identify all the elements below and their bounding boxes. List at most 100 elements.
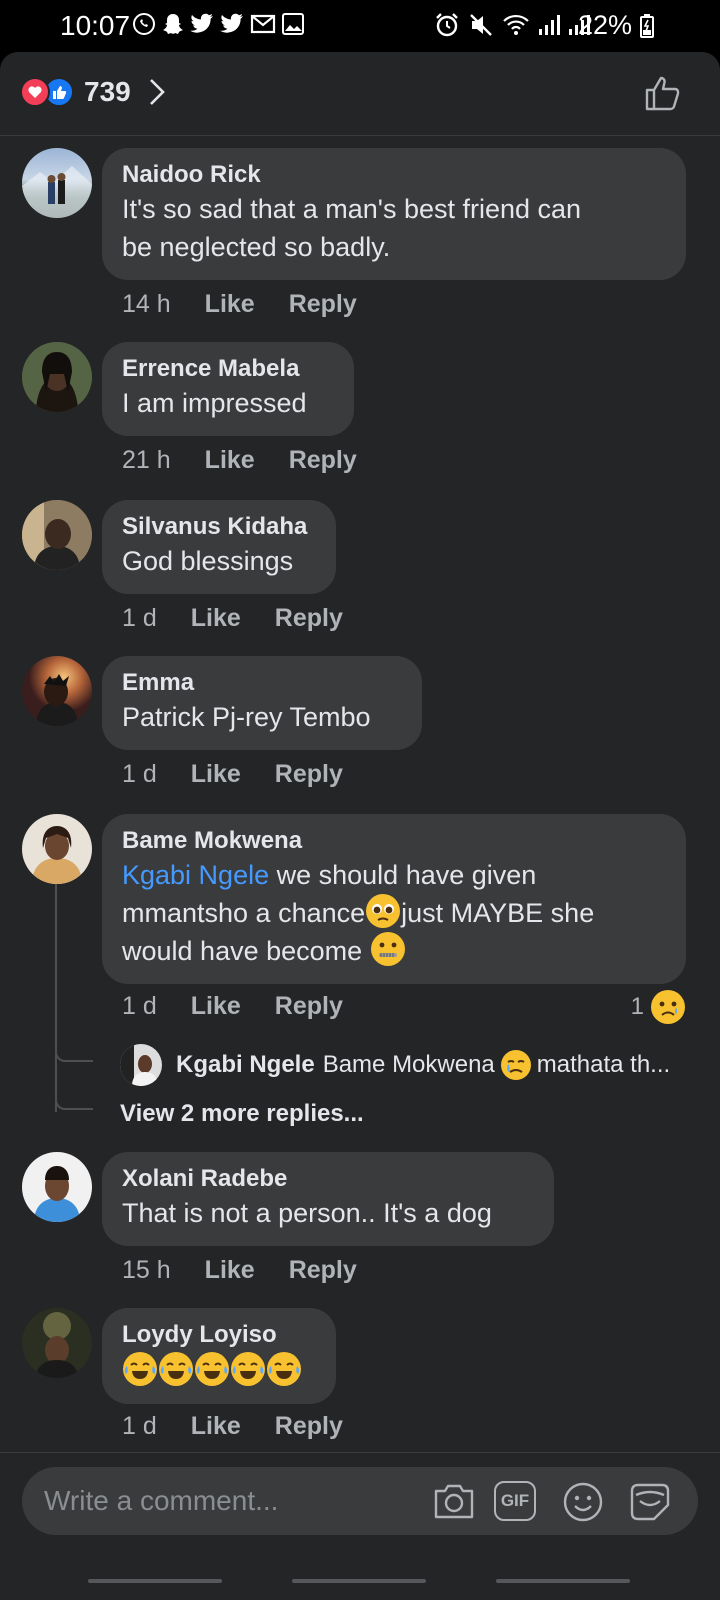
- comment-bubble[interactable]: Errence Mabela I am impressed: [102, 342, 354, 436]
- comment-text: Patrick Pj-rey Tembo: [122, 702, 371, 732]
- nav-recent-apps[interactable]: [88, 1579, 222, 1583]
- love-reaction-icon: [20, 77, 50, 107]
- comment-time: 1 d: [122, 1412, 157, 1440]
- reply-link[interactable]: Reply: [275, 992, 343, 1021]
- avatar[interactable]: [22, 656, 92, 726]
- comment-actions: 1 d Like Reply: [122, 992, 343, 1021]
- like-link[interactable]: Like: [191, 1412, 241, 1441]
- tears-of-joy-emoji-icon: [267, 1352, 301, 1386]
- reactions-header: 739: [0, 52, 720, 136]
- crying-face-emoji-icon: [500, 1050, 531, 1080]
- comment-author[interactable]: Xolani Radebe: [122, 1164, 534, 1194]
- alarm-icon: [436, 13, 458, 37]
- reply-link[interactable]: Reply: [289, 290, 357, 319]
- like-link[interactable]: Like: [191, 604, 241, 633]
- status-bar: 10:07 22%: [0, 0, 720, 52]
- avatar[interactable]: [22, 500, 92, 570]
- gallery-icon: [282, 13, 304, 35]
- reply-link[interactable]: Reply: [275, 604, 343, 633]
- notification-icons: [132, 12, 304, 36]
- comment-bubble[interactable]: Emma Patrick Pj-rey Tembo: [102, 656, 422, 750]
- reaction-count: 739: [84, 76, 131, 107]
- avatar[interactable]: [22, 814, 92, 884]
- gif-button[interactable]: GIF: [494, 1481, 536, 1521]
- reply-author[interactable]: Kgabi Ngele: [176, 1051, 315, 1079]
- comment-actions: 1 d Like Reply: [122, 760, 343, 789]
- reply-link[interactable]: Reply: [289, 446, 357, 475]
- comment-author[interactable]: Loydy Loyiso: [122, 1320, 316, 1350]
- comment-actions: 14 h Like Reply: [122, 290, 357, 319]
- like-link[interactable]: Like: [205, 1256, 255, 1285]
- reaction-number: 1: [630, 993, 644, 1020]
- comment-time: 21 h: [122, 446, 171, 474]
- tears-of-joy-emoji-icon: [231, 1352, 265, 1386]
- like-link[interactable]: Like: [191, 992, 241, 1021]
- comment-bubble[interactable]: Loydy Loyiso: [102, 1308, 336, 1404]
- emoji-icon[interactable]: [562, 1481, 604, 1523]
- comment-actions: 1 d Like Reply: [122, 1412, 343, 1441]
- thread-branch: [55, 1050, 93, 1062]
- sticker-icon[interactable]: [628, 1481, 672, 1523]
- comment-actions: 21 h Like Reply: [122, 446, 357, 475]
- comment-author[interactable]: Silvanus Kidaha: [122, 512, 316, 542]
- status-time: 10:07: [60, 10, 131, 41]
- nav-back[interactable]: [496, 1579, 630, 1583]
- comment-emojis: [122, 1350, 316, 1390]
- like-link[interactable]: Like: [191, 760, 241, 789]
- avatar[interactable]: [22, 342, 92, 412]
- comment-bubble[interactable]: Silvanus Kidaha God blessings: [102, 500, 336, 594]
- avatar[interactable]: [120, 1044, 162, 1086]
- battery-charging-icon: [640, 14, 654, 38]
- comment-actions: 15 h Like Reply: [122, 1256, 357, 1285]
- reactions-summary[interactable]: 739: [20, 76, 165, 108]
- reply-preview[interactable]: Kgabi Ngele Bame Mokwena mathata th...: [120, 1044, 670, 1086]
- comment-text: It's so sad that a man's best friend can: [122, 194, 582, 224]
- comment-author[interactable]: Errence Mabela: [122, 354, 334, 384]
- comment-composer: GIF: [0, 1452, 720, 1600]
- like-link[interactable]: Like: [205, 290, 255, 319]
- mention-link[interactable]: Kgabi Ngele: [122, 860, 269, 890]
- avatar[interactable]: [22, 148, 92, 218]
- thread-line: [55, 884, 57, 1112]
- comment-reaction-count[interactable]: 1: [631, 990, 686, 1024]
- comment-text: I am impressed: [122, 388, 307, 418]
- gif-label: GIF: [500, 1491, 530, 1510]
- gmail-icon: [250, 14, 276, 34]
- avatar[interactable]: [22, 1152, 92, 1222]
- tears-of-joy-emoji-icon: [159, 1352, 193, 1386]
- mute-icon: [470, 14, 492, 36]
- comment-bubble[interactable]: Bame Mokwena Kgabi Ngele we should have …: [102, 814, 686, 984]
- reply-link[interactable]: Reply: [275, 1412, 343, 1441]
- comment-time: 1 d: [122, 604, 157, 632]
- camera-icon[interactable]: [432, 1481, 476, 1521]
- pleading-face-emoji-icon: [366, 894, 401, 928]
- avatar[interactable]: [22, 1308, 92, 1378]
- whatsapp-icon: [133, 13, 155, 35]
- sad-face-reaction-icon: [651, 990, 685, 1024]
- chevron-right-icon: [149, 79, 165, 105]
- comment-time: 14 h: [122, 290, 171, 318]
- signal-icon: [539, 15, 560, 35]
- comment-bubble[interactable]: Naidoo Rick It's so sad that a man's bes…: [102, 148, 686, 280]
- comment-time: 15 h: [122, 1256, 171, 1284]
- comment-time: 1 d: [122, 992, 157, 1020]
- navigation-bar: [0, 1569, 720, 1600]
- nav-home[interactable]: [292, 1579, 426, 1583]
- snapchat-icon: [163, 14, 183, 34]
- zipper-mouth-face-emoji-icon: [370, 932, 405, 966]
- comment-text: would have become: [122, 936, 370, 966]
- view-more-replies-link[interactable]: View 2 more replies...: [120, 1100, 364, 1128]
- thread-branch: [55, 1098, 93, 1110]
- comment-text-line: Kgabi Ngele we should have given: [122, 856, 666, 894]
- comment-bubble[interactable]: Xolani Radebe That is not a person.. It'…: [102, 1152, 554, 1246]
- like-button-icon[interactable]: [644, 74, 682, 112]
- like-link[interactable]: Like: [205, 446, 255, 475]
- comment-author[interactable]: Naidoo Rick: [122, 160, 666, 190]
- reply-text: Bame Mokwena: [322, 1051, 495, 1078]
- comment-text-line: would have become: [122, 932, 666, 970]
- reply-link[interactable]: Reply: [275, 760, 343, 789]
- comment-text: mmantsho a chance: [122, 898, 366, 928]
- comment-author[interactable]: Emma: [122, 668, 402, 698]
- reply-link[interactable]: Reply: [289, 1256, 357, 1285]
- comment-author[interactable]: Bame Mokwena: [122, 826, 666, 856]
